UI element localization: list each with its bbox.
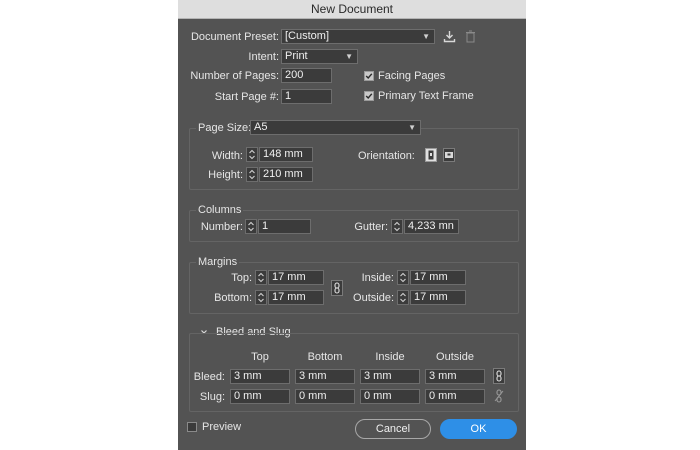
margin-outside-stepper-icon[interactable] xyxy=(397,290,409,305)
height-label: Height: xyxy=(208,169,243,181)
page-size-value: A5 xyxy=(254,121,268,133)
width-label: Width: xyxy=(211,150,243,162)
margins-group xyxy=(189,262,519,314)
columns-number-input[interactable]: 1 xyxy=(258,219,311,234)
orientation-label: Orientation: xyxy=(358,150,415,162)
number-of-pages-input[interactable]: 200 xyxy=(281,68,332,83)
document-preset-label: Document Preset: xyxy=(190,31,279,43)
preview-checkbox[interactable] xyxy=(187,422,197,432)
gutter-input[interactable]: 4,233 mn xyxy=(404,219,459,234)
bleed-label: Bleed: xyxy=(193,371,225,383)
portrait-orientation-icon[interactable] xyxy=(425,148,437,162)
slug-top-input[interactable]: 0 mm xyxy=(230,389,290,404)
bleed-bottom-input[interactable]: 3 mm xyxy=(295,369,355,384)
preview-label: Preview xyxy=(202,421,242,433)
window-title: New Document xyxy=(178,0,526,19)
intent-select[interactable]: Print ▼ xyxy=(281,49,358,64)
bleed-outside-input[interactable]: 3 mm xyxy=(425,369,485,384)
document-preset-value: [Custom] xyxy=(285,30,330,42)
primary-text-frame-label: Primary Text Frame xyxy=(378,90,474,102)
margin-top-stepper-icon[interactable] xyxy=(255,270,267,285)
width-input[interactable]: 148 mm xyxy=(259,147,313,162)
slug-inside-input[interactable]: 0 mm xyxy=(360,389,420,404)
bleed-top-header: Top xyxy=(251,351,269,363)
new-document-dialog: New Document Document Preset: [Custom] ▼… xyxy=(178,0,526,450)
columns-number-label: Number: xyxy=(200,221,243,233)
chevron-down-icon: ▼ xyxy=(345,52,353,61)
facing-pages-checkbox[interactable] xyxy=(364,71,374,81)
trash-icon[interactable] xyxy=(464,29,477,44)
width-stepper-icon[interactable] xyxy=(246,147,258,162)
margin-outside-input[interactable]: 17 mm xyxy=(410,290,466,305)
margin-bottom-input[interactable]: 17 mm xyxy=(268,290,324,305)
download-icon[interactable] xyxy=(443,29,456,44)
slug-label: Slug: xyxy=(199,391,225,403)
columns-title: Columns xyxy=(196,203,244,217)
intent-label: Intent: xyxy=(248,51,279,63)
bleed-outside-header: Outside xyxy=(436,351,474,363)
slug-outside-input[interactable]: 0 mm xyxy=(425,389,485,404)
unlink-slug-icon[interactable] xyxy=(493,388,505,404)
facing-pages-label: Facing Pages xyxy=(378,70,446,82)
margins-title: Margins xyxy=(196,255,240,269)
margin-top-label: Top: xyxy=(231,272,252,284)
bleed-bottom-header: Bottom xyxy=(307,351,343,363)
ok-button[interactable]: OK xyxy=(440,419,517,439)
gutter-stepper-icon[interactable] xyxy=(391,219,403,234)
start-page-input[interactable]: 1 xyxy=(281,89,332,104)
link-bleed-icon[interactable] xyxy=(493,368,505,384)
document-preset-select[interactable]: [Custom] ▼ xyxy=(281,29,435,44)
chevron-down-icon: ▼ xyxy=(408,123,416,132)
margin-top-input[interactable]: 17 mm xyxy=(268,270,324,285)
page-size-label: Page Size: xyxy=(196,121,254,135)
margin-inside-label: Inside: xyxy=(361,272,394,284)
slug-bottom-input[interactable]: 0 mm xyxy=(295,389,355,404)
height-input[interactable]: 210 mm xyxy=(259,167,313,182)
bleed-top-input[interactable]: 3 mm xyxy=(230,369,290,384)
columns-stepper-icon[interactable] xyxy=(245,219,257,234)
number-of-pages-label: Number of Pages: xyxy=(190,70,279,82)
bleed-inside-input[interactable]: 3 mm xyxy=(360,369,420,384)
intent-value: Print xyxy=(285,50,308,62)
bleed-inside-header: Inside xyxy=(375,351,405,363)
margin-bottom-stepper-icon[interactable] xyxy=(255,290,267,305)
primary-text-frame-checkbox[interactable] xyxy=(364,91,374,101)
margin-inside-input[interactable]: 17 mm xyxy=(410,270,466,285)
margin-outside-label: Outside: xyxy=(353,292,394,304)
chevron-down-icon: ▼ xyxy=(422,32,430,41)
margin-inside-stepper-icon[interactable] xyxy=(397,270,409,285)
page-size-select[interactable]: A5 ▼ xyxy=(250,120,421,135)
start-page-label: Start Page #: xyxy=(214,91,279,103)
height-stepper-icon[interactable] xyxy=(246,167,258,182)
landscape-orientation-icon[interactable] xyxy=(443,148,455,162)
cancel-button[interactable]: Cancel xyxy=(355,419,431,439)
gutter-label: Gutter: xyxy=(354,221,388,233)
margin-bottom-label: Bottom: xyxy=(214,292,252,304)
